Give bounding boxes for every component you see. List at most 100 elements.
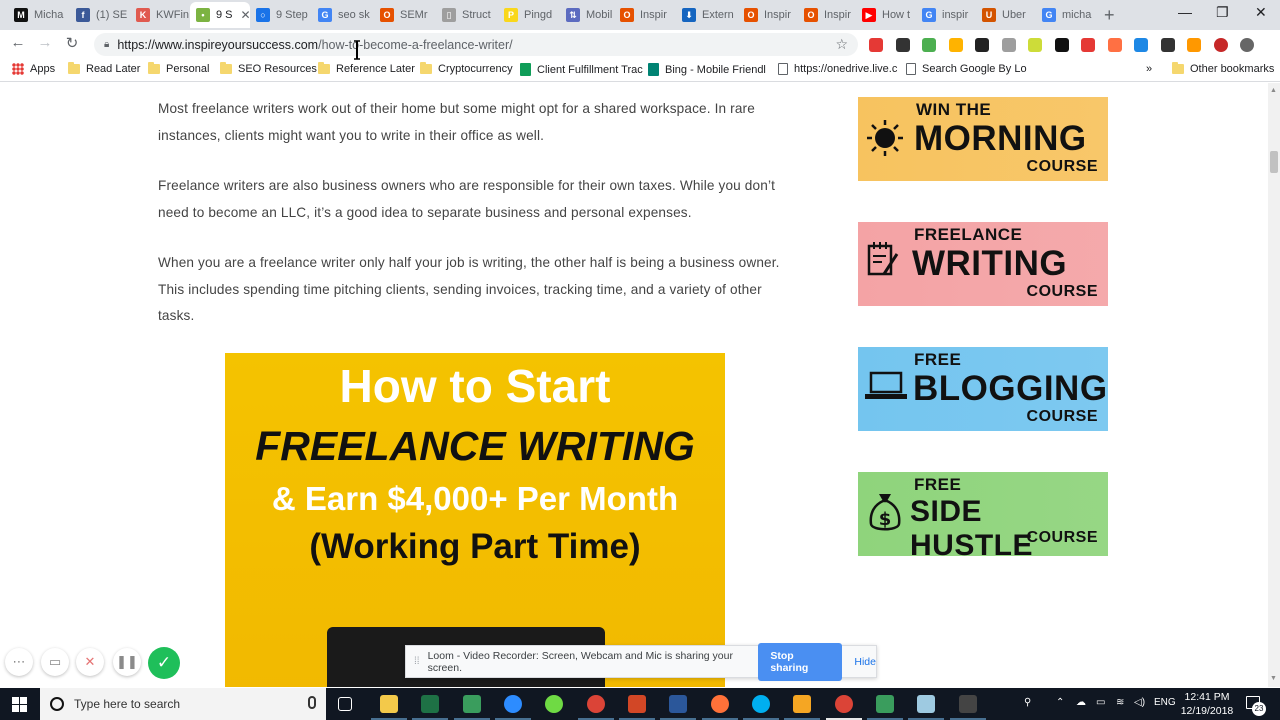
browser-tab[interactable]: f (1) SE xyxy=(70,2,130,28)
bookmarks-overflow-button[interactable]: » xyxy=(1146,63,1152,75)
browser-tab[interactable]: O Inspir xyxy=(738,2,800,28)
tab-close-icon[interactable]: ✕ xyxy=(241,8,250,22)
loom-more-icon[interactable]: ⋯ xyxy=(5,648,33,676)
browser-tab[interactable]: K KWFin xyxy=(130,2,190,28)
app-icon[interactable] xyxy=(463,695,481,713)
course-banner-writing[interactable]: FREELANCE WRITING COURSE xyxy=(858,222,1108,306)
course-banner-blogging[interactable]: FREE BLOGGING COURSE xyxy=(858,347,1108,431)
drag-handle-icon[interactable]: ⁞⁞ xyxy=(414,656,420,667)
bookmark-item[interactable]: Apps xyxy=(12,63,55,75)
calculator-icon[interactable] xyxy=(959,695,977,713)
window-close-icon[interactable]: ✕ xyxy=(1255,4,1267,21)
windows-start-icon[interactable] xyxy=(12,697,27,712)
browser-tab[interactable]: ⬇ Extern xyxy=(676,2,738,28)
firefox-icon[interactable] xyxy=(711,695,729,713)
file-explorer-icon[interactable] xyxy=(380,695,398,713)
scroll-up-arrow-icon[interactable]: ▲ xyxy=(1270,87,1277,94)
minimize-icon[interactable]: — xyxy=(1178,4,1192,20)
microphone-icon[interactable] xyxy=(308,696,316,709)
browser-tab[interactable]: Gmicha xyxy=(1036,2,1098,28)
maximize-icon[interactable]: ❐ xyxy=(1216,4,1229,21)
excel-icon[interactable] xyxy=(421,695,439,713)
extension-icon[interactable] xyxy=(975,38,989,52)
extension-icon[interactable] xyxy=(948,38,963,52)
course-banner-morning[interactable]: WIN THE MORNING COURSE xyxy=(858,97,1108,181)
taskbar-search-box[interactable]: Type here to search xyxy=(40,688,326,720)
bookmark-item[interactable]: Personal xyxy=(148,62,209,75)
browser-tab[interactable]: Gseo sk xyxy=(312,2,374,28)
extension-icon[interactable] xyxy=(1028,38,1042,52)
scroll-down-arrow-icon[interactable]: ▼ xyxy=(1270,675,1277,682)
extension-icon[interactable] xyxy=(869,38,883,52)
stop-sharing-button[interactable]: Stop sharing xyxy=(758,642,843,681)
browser-tab[interactable]: ▶ How t xyxy=(856,2,918,28)
extension-icon[interactable] xyxy=(895,38,910,52)
browser-tab[interactable]: ⇅ Mobil xyxy=(560,2,622,28)
extension-icon[interactable] xyxy=(1054,38,1069,52)
extension-icon[interactable] xyxy=(922,38,936,52)
bookmark-star-icon[interactable]: ☆ xyxy=(835,36,848,53)
bookmark-item[interactable]: Read Later xyxy=(68,62,140,75)
upwork-icon[interactable] xyxy=(545,695,563,713)
bookmark-item[interactable]: SEO Resources xyxy=(220,62,317,75)
forward-arrow-icon[interactable]: → xyxy=(35,34,55,51)
extension-icon[interactable] xyxy=(1107,38,1122,52)
zoom-icon[interactable] xyxy=(504,695,522,713)
browser-tab[interactable]: P Pingd xyxy=(498,2,560,28)
people-icon[interactable]: ⚲ xyxy=(1024,697,1031,708)
profile-avatar-icon[interactable] xyxy=(1213,38,1228,52)
camera-icon[interactable] xyxy=(1001,38,1016,52)
volume-icon[interactable]: ◁) xyxy=(1134,697,1145,708)
tray-overflow-icon[interactable]: ⌃ xyxy=(1056,697,1064,708)
bookmark-item[interactable]: Client Fulfillment Trac xyxy=(520,63,643,76)
loom-pause-icon[interactable]: ❚❚ xyxy=(113,648,141,676)
extension-icon[interactable] xyxy=(1187,38,1201,52)
paint-icon[interactable] xyxy=(793,695,811,713)
browser-tab[interactable]: O Inspir xyxy=(614,2,676,28)
word-icon[interactable] xyxy=(669,695,687,713)
folder-icon xyxy=(220,62,232,74)
new-tab-button[interactable]: + xyxy=(1104,6,1115,24)
browser-tab[interactable]: Ginspir xyxy=(916,2,978,28)
back-arrow-icon[interactable]: ← xyxy=(8,34,28,51)
address-bar[interactable]: 🔒︎ https://www.inspireyoursuccess.com/ho… xyxy=(94,33,858,56)
extension-icon[interactable] xyxy=(1134,38,1148,52)
banner-label: WIN THE xyxy=(916,100,992,119)
extension-icon[interactable] xyxy=(1081,38,1095,52)
bookmark-item[interactable]: Bing - Mobile Friendl xyxy=(648,63,766,76)
chrome-icon[interactable] xyxy=(587,695,605,713)
cloud-icon[interactable]: ☁ xyxy=(1076,697,1086,708)
loom-finish-icon[interactable]: ✓ xyxy=(148,647,180,679)
powerpoint-icon[interactable] xyxy=(628,695,646,713)
skype-icon[interactable] xyxy=(752,695,770,713)
browser-tab[interactable]: O SEMr xyxy=(374,2,436,28)
course-banner-side-hustle[interactable]: $ FREE SIDE HUSTLE COURSE xyxy=(858,472,1108,556)
browser-tab[interactable]: ▯ Struct xyxy=(436,2,498,28)
wifi-icon[interactable]: ≋ xyxy=(1116,697,1124,708)
reload-icon[interactable]: ↻ xyxy=(62,34,82,52)
bookmark-item[interactable]: Search Google By Lo xyxy=(906,63,1027,75)
notepad-app-icon[interactable] xyxy=(917,695,935,713)
browser-tab[interactable]: O Inspir xyxy=(798,2,860,28)
loom-camera-icon[interactable]: ▭ xyxy=(41,648,69,676)
battery-icon[interactable]: ▭ xyxy=(1096,697,1105,708)
bookmark-item[interactable]: Other bookmarks xyxy=(1172,62,1274,75)
task-view-icon[interactable] xyxy=(338,697,352,711)
chrome-icon[interactable] xyxy=(835,695,853,713)
app-icon[interactable] xyxy=(876,695,894,713)
bookmark-item[interactable]: Reference Later xyxy=(318,62,415,75)
extension-icon[interactable] xyxy=(1160,38,1175,52)
browser-tab[interactable]: ○ 9 Step xyxy=(250,2,312,28)
bookmark-item[interactable]: Cryptocurrency xyxy=(420,62,513,75)
browser-tab[interactable]: • 9 S ✕ xyxy=(190,2,250,28)
more-menu-icon[interactable] xyxy=(1240,38,1254,52)
loom-cancel-icon[interactable]: ✕ xyxy=(76,648,104,676)
browser-tab[interactable]: M Micha xyxy=(8,2,70,28)
taskbar-clock[interactable]: 12:41 PM 12/19/2018 xyxy=(1176,690,1238,718)
language-indicator[interactable]: ENG xyxy=(1154,697,1176,708)
vertical-scrollbar[interactable]: ▲ ▼ xyxy=(1268,83,1280,687)
browser-tab[interactable]: U Uber xyxy=(976,2,1038,28)
hide-button[interactable]: Hide xyxy=(854,656,876,668)
scrollbar-thumb[interactable] xyxy=(1270,151,1278,173)
bookmark-item[interactable]: https://onedrive.live.c xyxy=(778,63,897,75)
